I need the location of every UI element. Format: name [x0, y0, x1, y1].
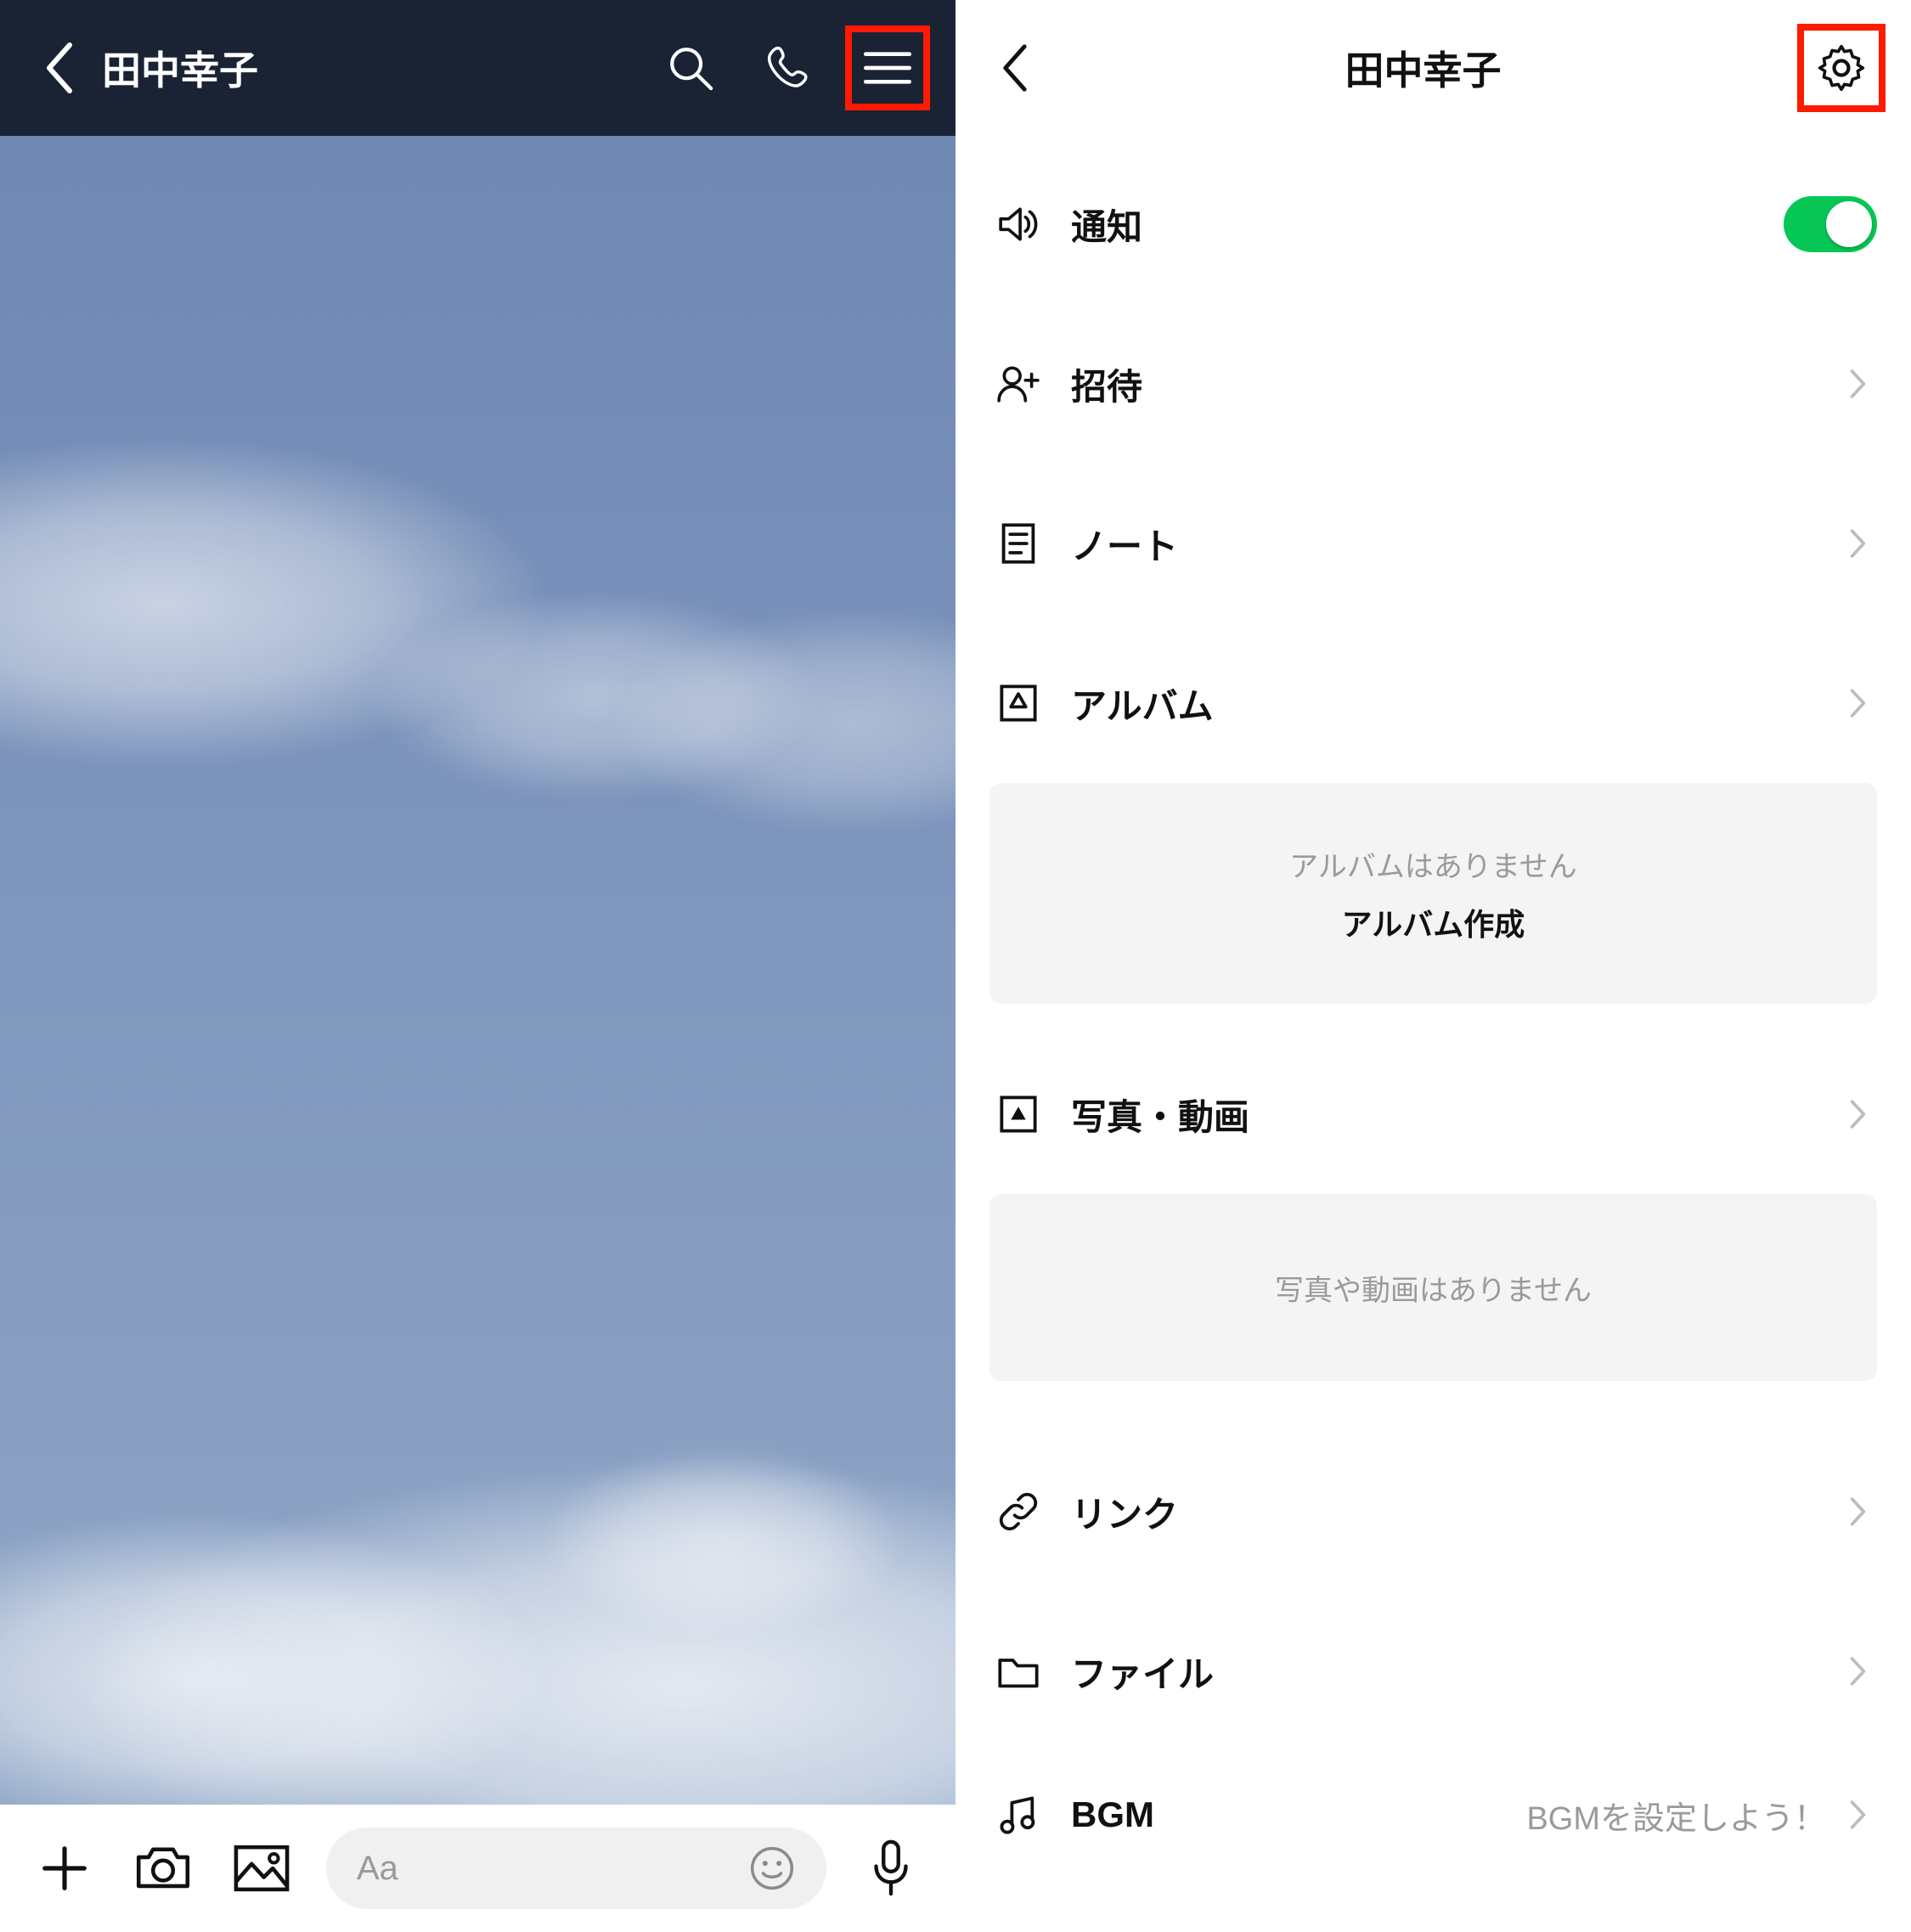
- settings-button[interactable]: [1797, 24, 1886, 112]
- chevron-right-icon: [1840, 1800, 1877, 1830]
- photo-empty-text: 写真や動画はありません: [1275, 1267, 1592, 1309]
- photo-icon: [998, 1094, 1039, 1135]
- gear-icon: [1817, 43, 1866, 93]
- row-label: アルバム: [1071, 678, 1840, 729]
- call-button[interactable]: [747, 25, 831, 110]
- chat-input-bar: Aa: [0, 1805, 956, 1932]
- row-note[interactable]: ノート: [956, 464, 1911, 623]
- menu-list: 通知 招待: [956, 136, 1911, 1932]
- menu-header: 田中幸子: [956, 0, 1911, 136]
- chevron-right-icon: [1840, 1656, 1877, 1687]
- hamburger-icon: [864, 49, 911, 87]
- menu-back-button[interactable]: [981, 44, 1049, 92]
- chevron-right-icon: [1840, 369, 1877, 399]
- album-empty-text: アルバムはありません: [1289, 843, 1577, 885]
- row-label: BGM: [1071, 1794, 1526, 1835]
- row-notification[interactable]: 通知: [956, 144, 1911, 304]
- search-icon: [666, 43, 715, 93]
- chevron-right-icon: [1840, 688, 1877, 718]
- row-label: 通知: [1071, 199, 1784, 251]
- person-add-icon: [996, 365, 1040, 403]
- folder-icon: [996, 1653, 1040, 1690]
- chat-screen: 田中幸子: [0, 0, 956, 1932]
- music-icon: [997, 1794, 1040, 1836]
- chat-header: 田中幸子: [0, 0, 956, 136]
- chevron-left-icon: [43, 42, 76, 93]
- chat-title: 田中幸子: [102, 40, 648, 96]
- back-button[interactable]: [25, 42, 93, 93]
- row-label: ファイル: [1071, 1646, 1840, 1698]
- gallery-button[interactable]: [228, 1834, 296, 1902]
- album-empty-box: アルバムはありません アルバム作成: [989, 783, 1877, 1004]
- chevron-right-icon: [1840, 528, 1877, 559]
- add-button[interactable]: [31, 1834, 99, 1902]
- row-label: 招待: [1071, 358, 1840, 410]
- camera-icon: [134, 1844, 192, 1893]
- phone-icon: [765, 44, 813, 92]
- link-icon: [996, 1490, 1040, 1534]
- album-icon: [998, 683, 1039, 724]
- note-icon: [1000, 522, 1037, 565]
- search-button[interactable]: [648, 25, 733, 110]
- chat-menu-screen: 田中幸子 通知: [956, 0, 1911, 1932]
- row-invite[interactable]: 招待: [956, 304, 1911, 464]
- picture-icon: [233, 1844, 290, 1893]
- menu-button[interactable]: [845, 25, 930, 110]
- chevron-left-icon: [1001, 44, 1029, 92]
- row-album[interactable]: アルバム: [956, 623, 1911, 783]
- message-input[interactable]: Aa: [326, 1828, 826, 1909]
- row-label: 写真・動画: [1071, 1089, 1840, 1141]
- chevron-right-icon: [1840, 1099, 1877, 1129]
- row-bgm[interactable]: BGM BGMを設定しよう！: [956, 1751, 1911, 1878]
- chat-background[interactable]: [0, 136, 956, 1805]
- album-create-button[interactable]: アルバム作成: [1342, 900, 1525, 944]
- row-file[interactable]: ファイル: [956, 1591, 1911, 1751]
- message-placeholder: Aa: [357, 1850, 748, 1888]
- camera-button[interactable]: [129, 1834, 197, 1902]
- speaker-icon: [997, 205, 1040, 244]
- row-label: リンク: [1071, 1486, 1840, 1538]
- plus-icon: [38, 1842, 91, 1895]
- chevron-right-icon: [1840, 1496, 1877, 1527]
- notification-toggle[interactable]: [1784, 196, 1877, 252]
- voice-button[interactable]: [857, 1834, 925, 1902]
- row-photo[interactable]: 写真・動画: [956, 1034, 1911, 1194]
- microphone-icon: [870, 1839, 912, 1898]
- row-label: ノート: [1071, 518, 1840, 570]
- bgm-hint: BGMを設定しよう！: [1526, 1792, 1826, 1839]
- emoji-button[interactable]: [748, 1845, 796, 1892]
- menu-title: 田中幸子: [1049, 40, 1797, 96]
- row-link[interactable]: リンク: [956, 1432, 1911, 1591]
- smile-icon: [748, 1845, 796, 1892]
- photo-empty-box: 写真や動画はありません: [989, 1194, 1877, 1381]
